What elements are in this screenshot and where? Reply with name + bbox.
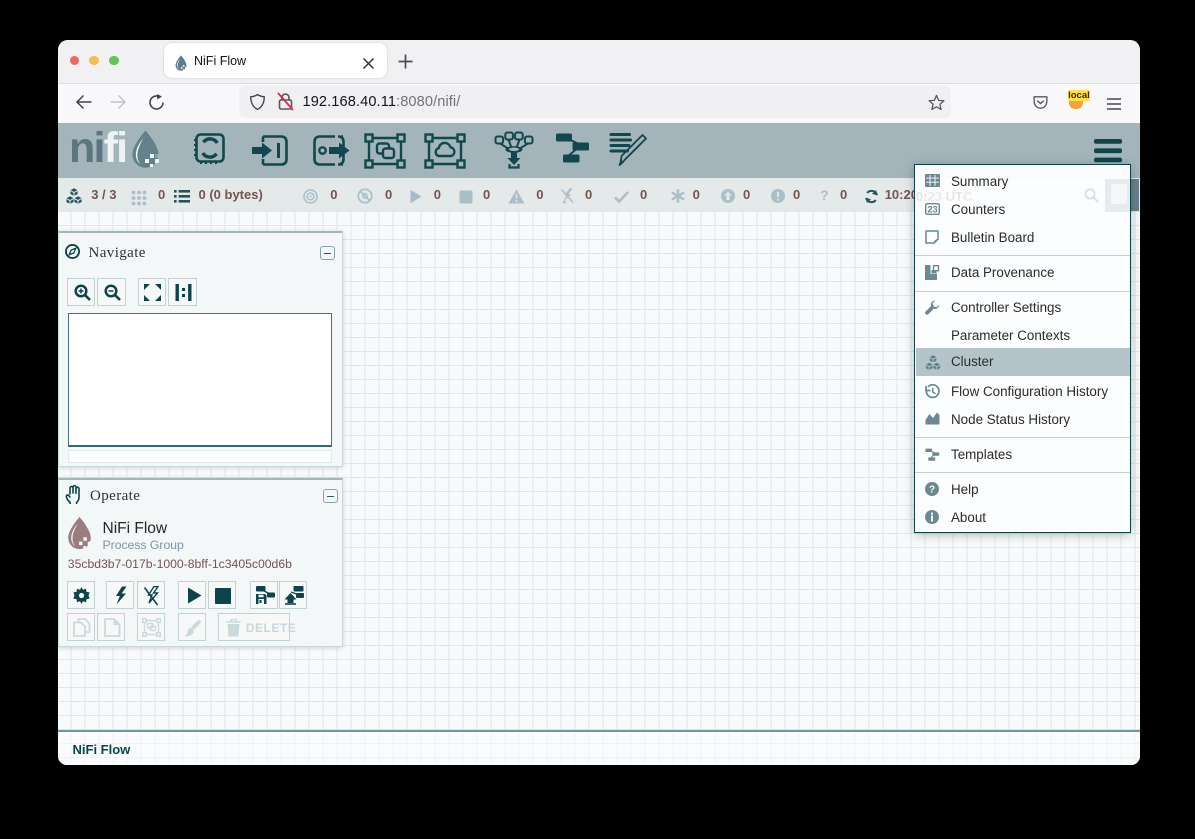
svg-text:?: ?: [929, 485, 935, 496]
svg-text:23: 23: [927, 204, 937, 214]
